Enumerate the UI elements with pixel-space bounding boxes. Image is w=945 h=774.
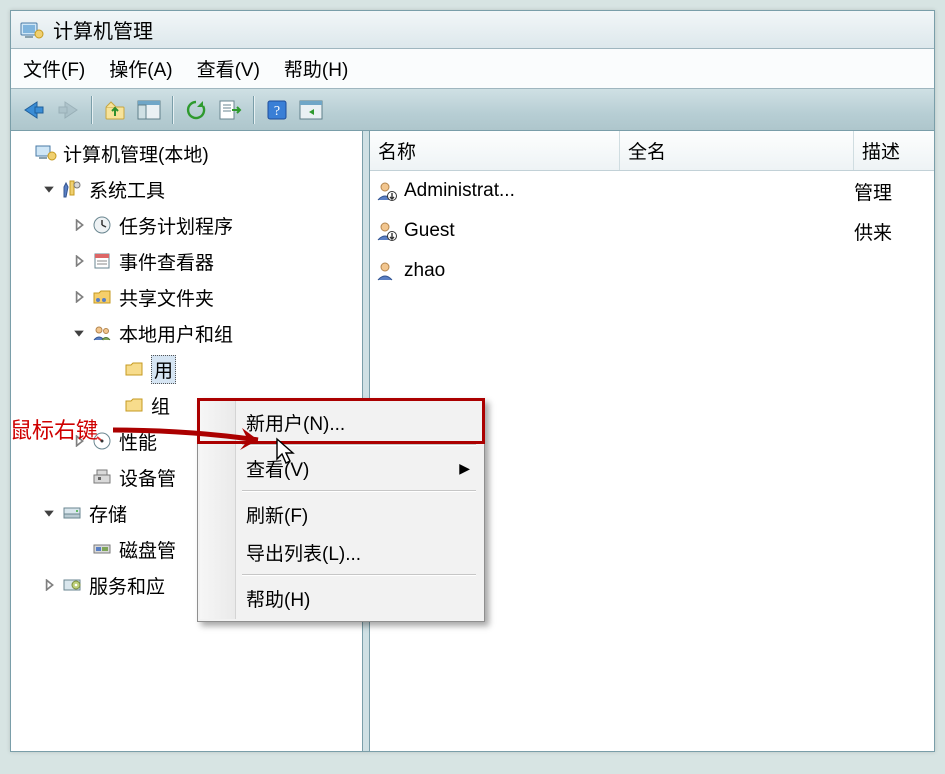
tree-shared-folders[interactable]: 共享文件夹 bbox=[11, 279, 362, 315]
collapse-icon[interactable] bbox=[41, 181, 57, 197]
cell-name: Administrat... bbox=[404, 180, 515, 202]
event-log-icon bbox=[91, 250, 113, 272]
tree-local-users-groups[interactable]: 本地用户和组 bbox=[11, 315, 362, 351]
refresh-button[interactable] bbox=[179, 94, 213, 126]
context-menu-export-list[interactable]: 导出列表(L)... bbox=[200, 533, 482, 571]
context-menu: 新用户(N)... 查看(V) ▶ 刷新(F) 导出列表(L)... 帮助(H) bbox=[197, 398, 485, 622]
menu-separator bbox=[200, 571, 482, 579]
computer-management-window: 计算机管理 文件(F) 操作(A) 查看(V) 帮助(H) bbox=[10, 10, 935, 752]
column-header-fullname[interactable]: 全名 bbox=[620, 131, 854, 170]
tree-label: 组 bbox=[151, 392, 170, 419]
back-button[interactable] bbox=[17, 94, 51, 126]
tools-icon bbox=[61, 178, 83, 200]
titlebar: 计算机管理 bbox=[11, 11, 934, 49]
column-header-desc[interactable]: 描述 bbox=[854, 131, 934, 170]
menu-separator bbox=[200, 441, 482, 449]
device-manager-icon bbox=[91, 466, 113, 488]
menu-separator bbox=[200, 487, 482, 495]
menu-item-label: 帮助(H) bbox=[246, 585, 310, 612]
list-row[interactable]: Administrat... 管理 bbox=[370, 171, 934, 211]
tree-event-viewer[interactable]: 事件查看器 bbox=[11, 243, 362, 279]
tree-label: 服务和应 bbox=[89, 572, 165, 599]
menu-help[interactable]: 帮助(H) bbox=[284, 55, 348, 82]
forward-button[interactable] bbox=[51, 94, 85, 126]
tree-label: 本地用户和组 bbox=[119, 320, 233, 347]
folder-icon bbox=[123, 358, 145, 380]
expand-icon[interactable] bbox=[41, 577, 57, 593]
menu-view[interactable]: 查看(V) bbox=[197, 55, 260, 82]
tree-label: 设备管 bbox=[119, 464, 176, 491]
column-header-name[interactable]: 名称 bbox=[370, 131, 620, 170]
expand-icon[interactable] bbox=[71, 217, 87, 233]
cell-name: zhao bbox=[404, 260, 445, 282]
context-menu-view[interactable]: 查看(V) ▶ bbox=[200, 449, 482, 487]
storage-icon bbox=[61, 502, 83, 524]
tree-label: 任务计划程序 bbox=[119, 212, 233, 239]
clock-icon bbox=[91, 214, 113, 236]
shared-folder-icon bbox=[91, 286, 113, 308]
show-hide-tree-button[interactable] bbox=[132, 94, 166, 126]
cell-desc: 管理 bbox=[854, 178, 892, 205]
menu-item-label: 导出列表(L)... bbox=[246, 539, 361, 566]
list-row[interactable]: zhao bbox=[370, 251, 934, 291]
menu-item-label: 查看(V) bbox=[246, 455, 309, 482]
help-button[interactable]: ? bbox=[260, 94, 294, 126]
export-list-button[interactable] bbox=[213, 94, 247, 126]
list-header: 名称 全名 描述 bbox=[370, 131, 934, 171]
tree-label: 计算机管理(本地) bbox=[63, 140, 209, 167]
action-pane-button[interactable] bbox=[294, 94, 328, 126]
user-icon bbox=[376, 220, 398, 242]
window-title: 计算机管理 bbox=[53, 15, 153, 44]
folder-icon bbox=[123, 394, 145, 416]
list-row[interactable]: Guest 供来 bbox=[370, 211, 934, 251]
tree-label: 系统工具 bbox=[89, 176, 165, 203]
computer-management-icon bbox=[19, 19, 45, 41]
collapse-icon[interactable] bbox=[41, 505, 57, 521]
submenu-arrow-icon: ▶ bbox=[459, 460, 470, 477]
context-menu-new-user[interactable]: 新用户(N)... bbox=[200, 403, 482, 441]
user-icon bbox=[376, 260, 398, 282]
tree-system-tools[interactable]: 系统工具 bbox=[11, 171, 362, 207]
user-icon bbox=[376, 180, 398, 202]
context-menu-help[interactable]: 帮助(H) bbox=[200, 579, 482, 617]
tree-label: 用 bbox=[151, 355, 176, 384]
tree-users[interactable]: ▶ 用 bbox=[11, 351, 362, 387]
tree-task-scheduler[interactable]: 任务计划程序 bbox=[11, 207, 362, 243]
tree-label: 磁盘管 bbox=[119, 536, 176, 563]
cell-name: Guest bbox=[404, 220, 455, 242]
tree-label: 性能 bbox=[119, 428, 157, 455]
users-groups-icon bbox=[91, 322, 113, 344]
services-icon bbox=[61, 574, 83, 596]
collapse-icon[interactable] bbox=[71, 325, 87, 341]
up-level-button[interactable] bbox=[98, 94, 132, 126]
tree-root[interactable]: ▶ 计算机管理(本地) bbox=[11, 135, 362, 171]
computer-management-icon bbox=[35, 142, 57, 164]
tree-label: 共享文件夹 bbox=[119, 284, 214, 311]
cell-desc: 供来 bbox=[854, 218, 892, 245]
expand-icon[interactable] bbox=[71, 253, 87, 269]
menubar: 文件(F) 操作(A) 查看(V) 帮助(H) bbox=[11, 49, 934, 89]
tree-label: 事件查看器 bbox=[119, 248, 214, 275]
menu-item-label: 刷新(F) bbox=[246, 501, 308, 528]
disk-management-icon bbox=[91, 538, 113, 560]
menu-item-label: 新用户(N)... bbox=[246, 409, 345, 436]
menu-file[interactable]: 文件(F) bbox=[23, 55, 85, 82]
annotation-label: 鼠标右键 bbox=[10, 413, 98, 445]
menu-action[interactable]: 操作(A) bbox=[109, 55, 172, 82]
toolbar: ? bbox=[11, 89, 934, 131]
tree-label: 存储 bbox=[89, 500, 127, 527]
context-menu-refresh[interactable]: 刷新(F) bbox=[200, 495, 482, 533]
svg-text:?: ? bbox=[274, 104, 280, 119]
expand-icon[interactable] bbox=[71, 289, 87, 305]
